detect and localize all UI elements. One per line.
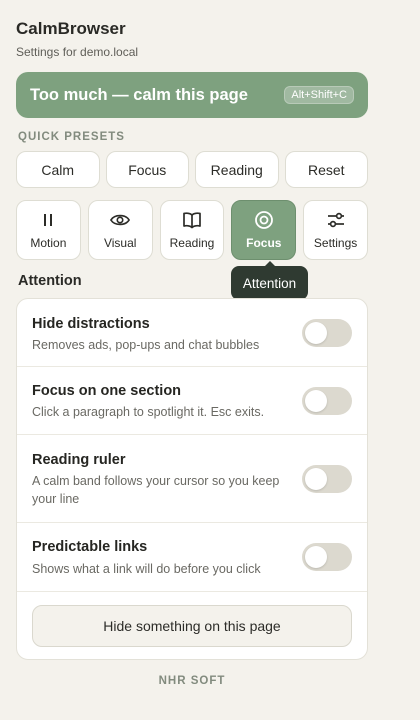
- sliders-icon: [326, 210, 346, 230]
- predictable-links-toggle[interactable]: [302, 543, 352, 571]
- eye-icon: [110, 210, 131, 230]
- setting-focus-section: Focus on one section Click a paragraph t…: [17, 367, 367, 435]
- footer-brand: NHR SOFT: [158, 675, 226, 687]
- toggle-knob: [305, 390, 327, 412]
- setting-description: Shows what a link will do before you cli…: [32, 562, 261, 576]
- attention-group-title: Attention: [18, 273, 82, 289]
- tab-reading-label: Reading: [169, 236, 215, 250]
- app-title: CalmBrowser: [16, 19, 126, 38]
- tab-motion[interactable]: Motion: [16, 200, 81, 260]
- attention-settings-card: Hide distractions Removes ads, pop-ups a…: [16, 298, 368, 660]
- tab-visual[interactable]: Visual: [87, 200, 153, 260]
- focus-section-toggle[interactable]: [302, 387, 352, 415]
- preset-row: Calm Focus Reading Reset: [16, 151, 368, 188]
- reading-ruler-toggle[interactable]: [302, 465, 352, 493]
- setting-title: Reading ruler: [32, 452, 126, 468]
- preset-reset-button[interactable]: Reset: [284, 151, 368, 188]
- setting-title: Focus on one section: [32, 383, 182, 399]
- toggle-knob: [305, 546, 327, 568]
- calm-page-button[interactable]: Too much — calm this page Alt+Shift+C: [16, 72, 368, 118]
- setting-predictable-links: Predictable links Shows what a link will…: [17, 523, 367, 592]
- quick-presets-label: QUICK PRESETS: [18, 131, 125, 143]
- preset-reading-button[interactable]: Reading: [195, 151, 279, 188]
- shortcut-badge: Alt+Shift+C: [284, 86, 354, 104]
- pause-icon: [38, 210, 58, 230]
- tab-motion-label: Motion: [30, 236, 67, 250]
- setting-title: Predictable links: [32, 539, 148, 555]
- tab-focus[interactable]: Focus: [231, 200, 297, 260]
- hide-element-button[interactable]: Hide something on this page: [32, 605, 352, 647]
- category-tabs: Motion Visual Reading Focus Settings: [16, 200, 368, 260]
- tab-settings[interactable]: Settings: [303, 200, 368, 260]
- site-subtitle: Settings for demo.local: [16, 45, 139, 59]
- tab-visual-label: Visual: [103, 236, 137, 250]
- book-icon: [182, 210, 202, 230]
- toggle-knob: [305, 468, 327, 490]
- tab-focus-label: Focus: [246, 236, 282, 250]
- preset-calm-button[interactable]: Calm: [16, 151, 100, 188]
- setting-description: A calm band follows your cursor so you k…: [32, 474, 280, 506]
- setting-description: Removes ads, pop-ups and chat bubbles: [32, 338, 260, 352]
- setting-reading-ruler: Reading ruler A calm band follows your c…: [17, 435, 367, 523]
- toggle-knob: [305, 322, 327, 344]
- setting-title: Hide distractions: [32, 316, 150, 332]
- setting-hide-distractions: Hide distractions Removes ads, pop-ups a…: [17, 299, 367, 367]
- target-icon: [254, 210, 274, 230]
- preset-focus-button[interactable]: Focus: [105, 151, 189, 188]
- tab-settings-label: Settings: [313, 236, 358, 250]
- hide-distractions-toggle[interactable]: [302, 319, 352, 347]
- tab-reading[interactable]: Reading: [159, 200, 225, 260]
- setting-description: Click a paragraph to spotlight it. Esc e…: [32, 405, 265, 419]
- calm-page-label: Too much — calm this page: [30, 85, 248, 104]
- focus-tab-tooltip: Attention: [231, 266, 308, 300]
